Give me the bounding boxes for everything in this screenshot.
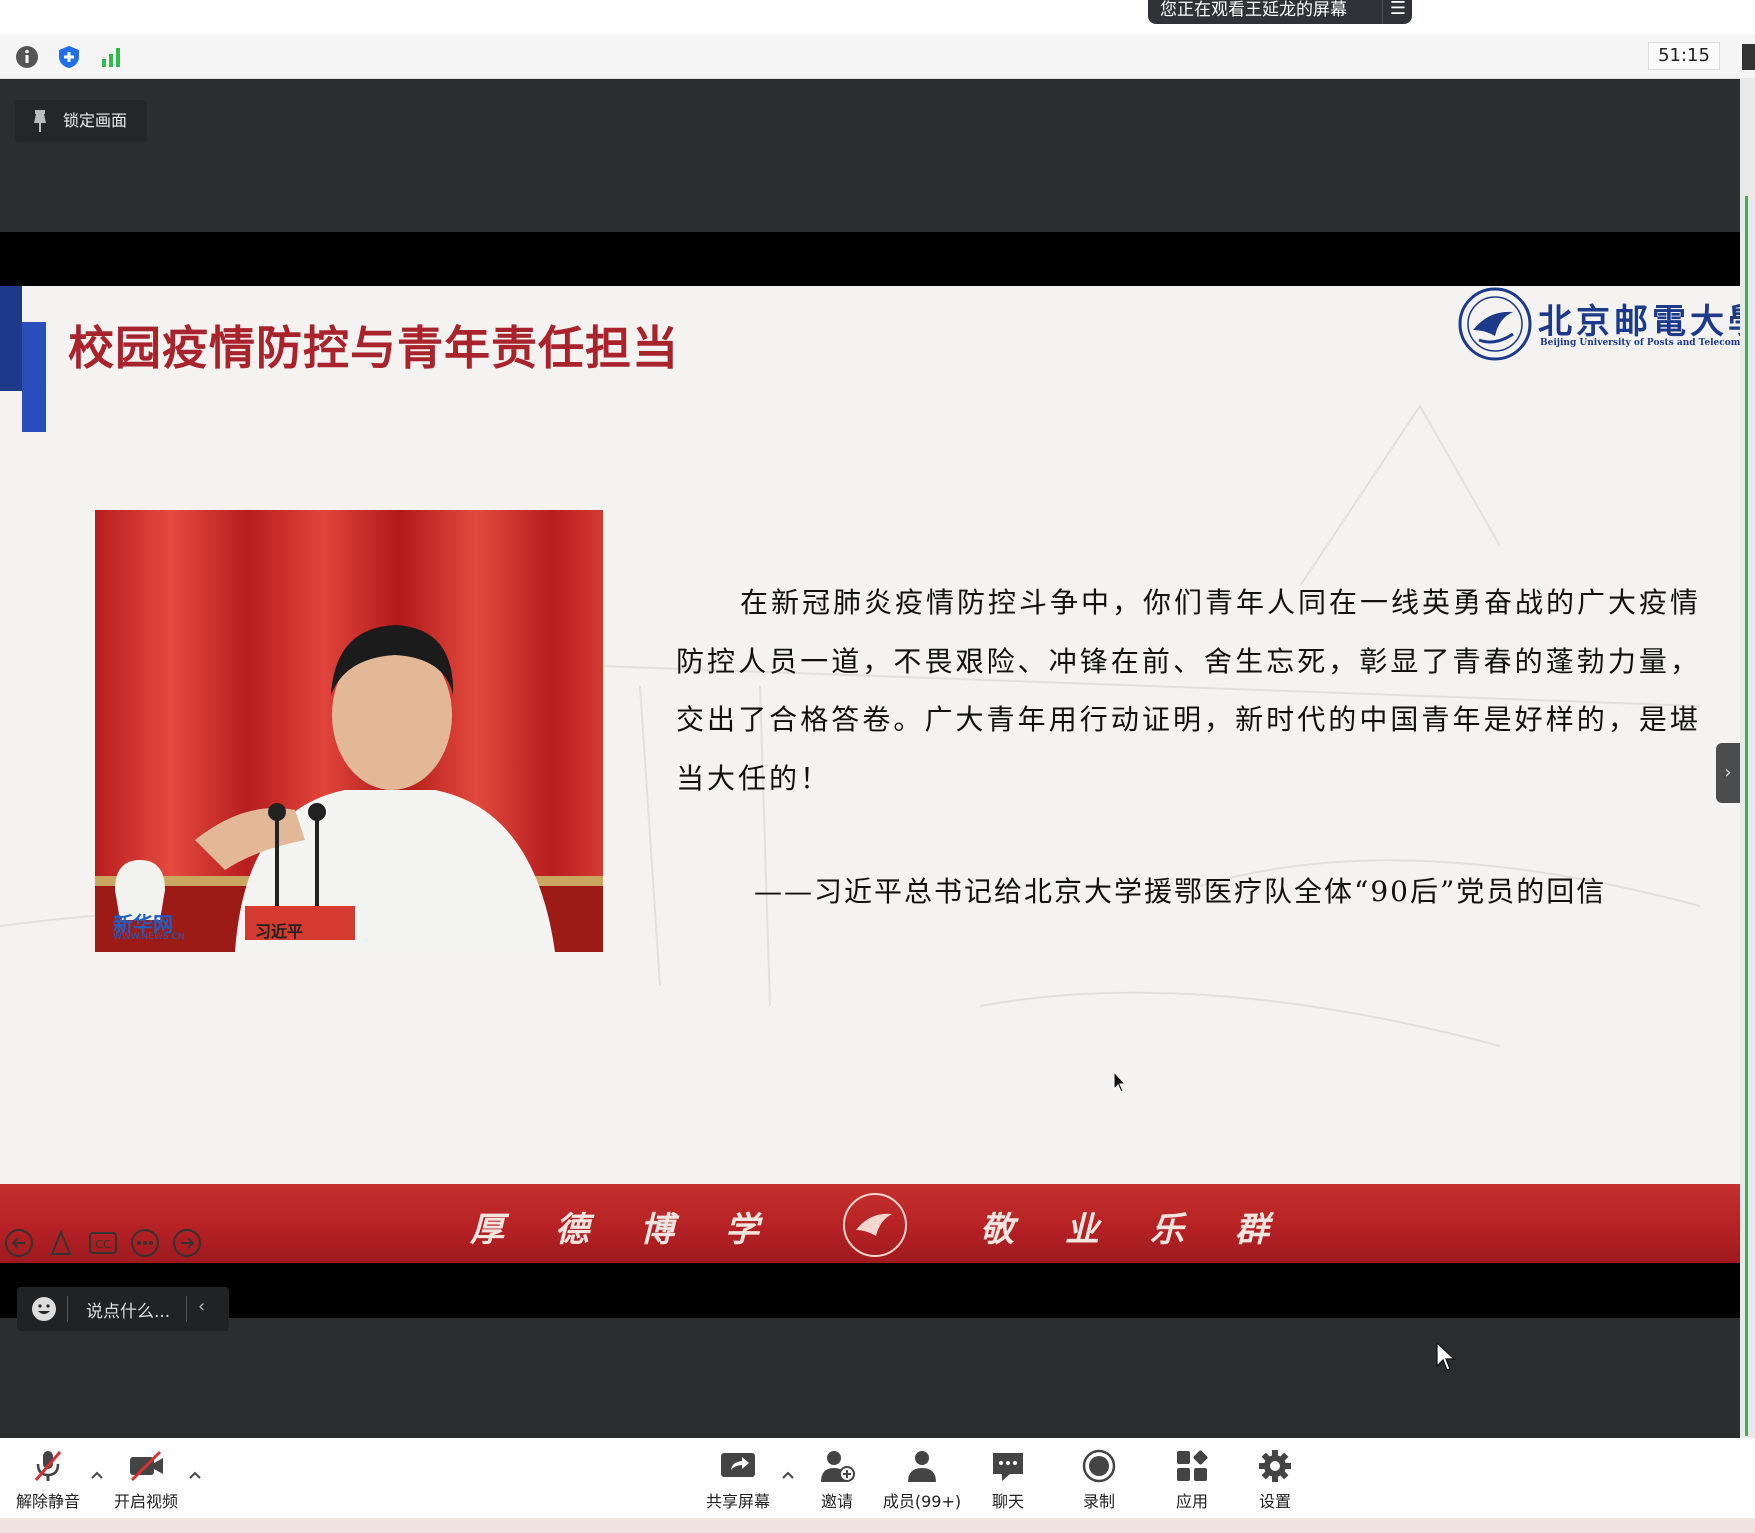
- chat-button[interactable]: 聊天: [962, 1448, 1054, 1518]
- shield-icon[interactable]: [57, 45, 81, 69]
- lock-view-label: 锁定画面: [63, 111, 128, 130]
- photo-illustration: [95, 510, 603, 952]
- invite-label: 邀请: [820, 1492, 853, 1511]
- title-accent-light: [22, 322, 46, 432]
- motto-char: 德: [555, 1210, 589, 1250]
- university-name: 北京邮電大學: [1538, 302, 1740, 342]
- university-emblem: [843, 1193, 907, 1257]
- motto-char: 敬: [980, 1210, 1014, 1250]
- motto-char: 厚: [470, 1210, 504, 1250]
- chevron-up-icon[interactable]: [187, 1468, 203, 1484]
- viewing-screen-banner[interactable]: 您正在观看王延龙的屏幕: [1148, 0, 1412, 24]
- quote-text: 在新冠肺炎疫情防控斗争中，你们青年人同在一线英勇奋战的广大疫情防控人员一道，不畏…: [676, 574, 1701, 808]
- top-strip: [0, 0, 1755, 34]
- photo-watermark-url: WWW.NEWS.CN: [113, 932, 185, 942]
- unmute-button[interactable]: 解除静音: [2, 1448, 94, 1518]
- letterbox-bottom: [0, 1263, 1740, 1318]
- motto-char: 学: [725, 1210, 759, 1250]
- share-screen-label: 共享屏幕: [705, 1492, 770, 1511]
- motto-char: 群: [1235, 1210, 1269, 1250]
- record-button[interactable]: 录制: [1053, 1448, 1145, 1518]
- microphone-muted-icon: [34, 1451, 62, 1481]
- captions-icon[interactable]: CC: [88, 1228, 118, 1258]
- start-video-button[interactable]: 开启视频: [100, 1448, 192, 1518]
- cursor-icon: [1436, 1342, 1456, 1371]
- chat-label: 聊天: [991, 1492, 1024, 1511]
- shared-slide: 校园疫情防控与青年责任担当 北京邮電大學 Beijing University …: [0, 286, 1740, 1263]
- letterbox-top: [0, 232, 1740, 286]
- chat-divider: [67, 1296, 68, 1322]
- motto-char: 博: [640, 1210, 674, 1250]
- chat-divider: [186, 1296, 187, 1322]
- members-label: 成员(99+): [882, 1492, 962, 1511]
- gear-icon: [1259, 1450, 1291, 1482]
- record-icon: [1082, 1449, 1116, 1483]
- more-icon[interactable]: [130, 1228, 160, 1258]
- share-screen-button[interactable]: 共享屏幕: [692, 1448, 784, 1518]
- apps-label: 应用: [1175, 1492, 1208, 1511]
- camera-off-icon: [130, 1450, 163, 1482]
- members-button[interactable]: 成员(99+): [876, 1448, 968, 1518]
- info-icon[interactable]: [15, 45, 39, 69]
- apps-icon: [1177, 1450, 1208, 1481]
- settings-label: 设置: [1258, 1492, 1291, 1511]
- prev-slide-icon[interactable]: [4, 1228, 34, 1258]
- settings-button[interactable]: 设置: [1229, 1448, 1321, 1518]
- share-screen-icon: [721, 1453, 755, 1477]
- taskbar-strip: [0, 1518, 1755, 1533]
- pointer-icon[interactable]: [46, 1228, 76, 1258]
- motto-char: 业: [1065, 1210, 1099, 1250]
- start-video-label: 开启视频: [113, 1492, 178, 1511]
- menu-icon[interactable]: ☰: [1382, 0, 1413, 24]
- meeting-info-bar: [0, 34, 1755, 79]
- nameplate-text: 习近平: [255, 922, 304, 941]
- viewing-screen-text: 您正在观看王延龙的屏幕: [1160, 0, 1347, 20]
- quote-body: 在新冠肺炎疫情防控斗争中，你们青年人同在一线英勇奋战的广大疫情防控人员一道，不畏…: [676, 586, 1702, 795]
- record-label: 录制: [1082, 1492, 1115, 1511]
- pin-icon: [34, 110, 46, 132]
- invite-button[interactable]: 邀请: [791, 1448, 883, 1518]
- motto-char: 乐: [1150, 1210, 1184, 1250]
- title-accent-dark: [0, 286, 22, 391]
- chat-icon: [993, 1453, 1023, 1481]
- svg-text:CC: CC: [95, 1238, 111, 1251]
- active-speaker-indicator: [1745, 196, 1748, 1436]
- meeting-timer: 51:15: [1648, 42, 1720, 70]
- chevron-right-icon[interactable]: ›: [1716, 743, 1740, 803]
- emoji-icon[interactable]: [31, 1296, 57, 1322]
- quote-source: ——习近平总书记给北京大学援鄂医疗队全体“90后”党员的回信: [754, 875, 1607, 908]
- window-edge: [1742, 44, 1755, 70]
- add-person-icon: [821, 1451, 855, 1482]
- signal-icon[interactable]: [99, 45, 123, 69]
- speech-photo: 新华网 WWW.NEWS.CN 习近平: [95, 510, 603, 952]
- people-icon: [908, 1451, 936, 1482]
- unmute-label: 解除静音: [15, 1492, 80, 1511]
- chat-placeholder: 说点什么...: [86, 1302, 171, 1322]
- next-slide-icon[interactable]: [172, 1228, 202, 1258]
- slide-title: 校园疫情防控与青年责任担当: [68, 321, 679, 375]
- university-name-english: Beijing University of Posts and Telecomm…: [1540, 338, 1740, 348]
- chevron-left-icon[interactable]: ‹: [198, 1296, 205, 1317]
- cursor-icon: [1113, 1071, 1127, 1093]
- apps-button[interactable]: 应用: [1146, 1448, 1238, 1518]
